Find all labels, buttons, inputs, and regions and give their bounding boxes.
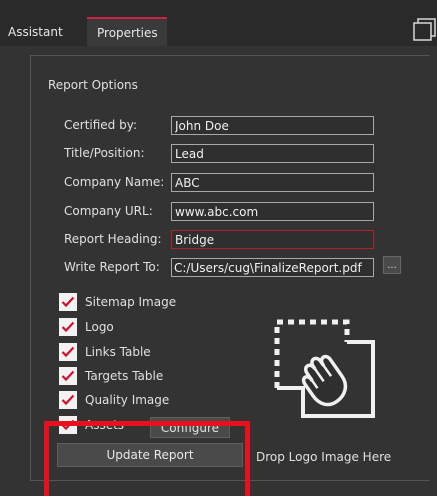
update-report-button[interactable]: Update Report	[57, 443, 243, 467]
checkbox-logo[interactable]: Logo	[59, 317, 114, 337]
window-float-icon[interactable]	[408, 13, 437, 46]
logo-label: Logo	[85, 320, 114, 334]
certified-by-input[interactable]	[171, 116, 374, 135]
checkbox-checked-icon[interactable]	[59, 391, 77, 409]
tab-properties[interactable]: Properties	[87, 17, 167, 46]
checkbox-checked-icon[interactable]	[59, 293, 77, 311]
checkbox-checked-icon[interactable]	[59, 416, 77, 434]
hand-grab-icon	[274, 319, 375, 418]
write-report-to-label: Write Report To:	[64, 260, 160, 274]
company-url-label: Company URL:	[64, 204, 153, 218]
sitemap-image-label: Sitemap Image	[85, 295, 177, 309]
checkbox-checked-icon[interactable]	[59, 318, 77, 336]
tab-assistant-label: Assistant	[8, 24, 63, 39]
checkbox-sitemap-image[interactable]: Sitemap Image	[59, 292, 176, 312]
report-heading-input[interactable]	[171, 230, 374, 249]
tab-bar: Assistant Properties	[0, 0, 437, 46]
write-report-to-input[interactable]	[171, 258, 374, 277]
report-heading-label: Report Heading:	[64, 232, 162, 246]
company-name-label: Company Name:	[64, 175, 165, 189]
logo-drop-zone[interactable]	[273, 318, 377, 420]
configure-button[interactable]: Configure	[150, 417, 230, 438]
company-name-input[interactable]	[171, 173, 374, 192]
checkbox-checked-icon[interactable]	[59, 367, 77, 385]
report-options-title: Report Options	[48, 78, 138, 92]
checkbox-targets-table[interactable]: Targets Table	[59, 366, 163, 386]
tab-properties-label: Properties	[97, 25, 158, 40]
certified-by-label: Certified by:	[64, 118, 137, 132]
browse-button[interactable]: ...	[383, 256, 401, 274]
checkbox-assets[interactable]: Assets	[59, 415, 124, 435]
targets-table-label: Targets Table	[85, 369, 164, 383]
checkbox-links-table[interactable]: Links Table	[59, 342, 151, 362]
links-table-label: Links Table	[85, 345, 151, 359]
quality-image-label: Quality Image	[85, 393, 170, 407]
company-url-input[interactable]	[171, 202, 374, 221]
tab-assistant[interactable]: Assistant	[0, 17, 87, 46]
assets-label: Assets	[85, 418, 125, 432]
title-position-input[interactable]	[171, 144, 374, 163]
title-position-label: Title/Position:	[64, 146, 145, 160]
drop-logo-text: Drop Logo Image Here	[256, 450, 392, 464]
checkbox-checked-icon[interactable]	[59, 343, 77, 361]
checkbox-quality-image[interactable]: Quality Image	[59, 390, 169, 410]
